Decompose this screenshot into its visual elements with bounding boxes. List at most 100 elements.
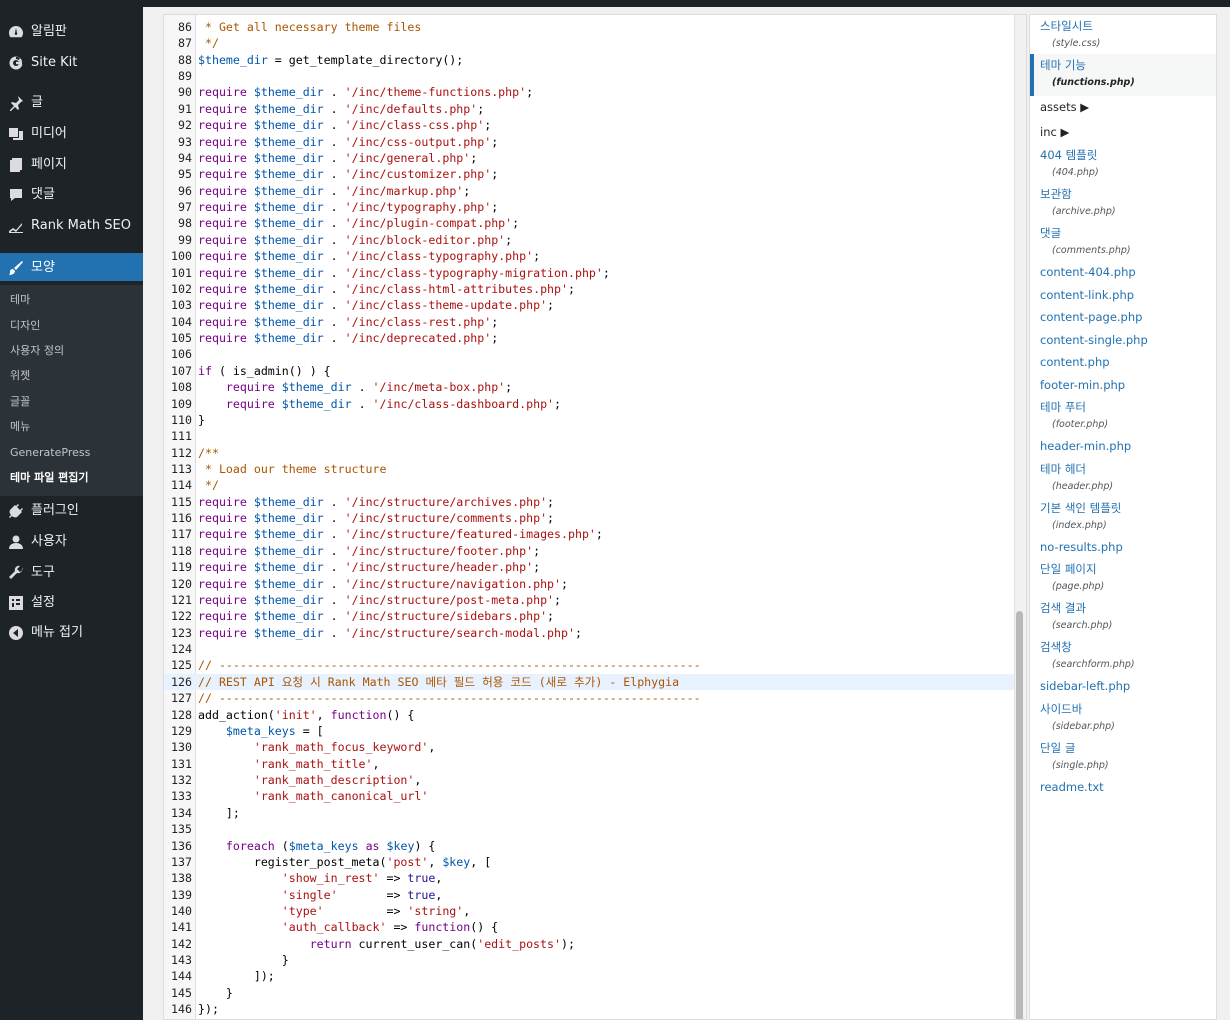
code-line[interactable]: 94 require $theme_dir . '/inc/general.php…	[164, 150, 1014, 166]
menu-item-pages[interactable]: 페이지	[0, 150, 143, 180]
file-link[interactable]: footer-min.php	[1040, 378, 1125, 392]
code-line[interactable]: 89	[164, 68, 1014, 84]
submenu-item[interactable]: 위젯	[10, 369, 30, 383]
submenu-item[interactable]: 사용자 정의	[10, 344, 64, 358]
code-line[interactable]: 134 ];	[164, 805, 1014, 821]
code-line[interactable]: 131 'rank_math_title',	[164, 756, 1014, 772]
submenu-item[interactable]: 테마 파일 편집기	[10, 471, 89, 485]
code-line[interactable]: 141 'auth_callback' => function() {	[164, 919, 1014, 935]
code-line[interactable]: 144 ]);	[164, 968, 1014, 984]
submenu-item[interactable]: 디자인	[10, 319, 40, 333]
file-link[interactable]: readme.txt	[1040, 780, 1104, 794]
code-line[interactable]: 123 require $theme_dir . '/inc/structure/…	[164, 625, 1014, 641]
code-line[interactable]: 88 $theme_dir = get_template_directory();	[164, 52, 1014, 68]
code-line[interactable]: 129 $meta_keys = [	[164, 723, 1014, 739]
code-line[interactable]: 133 'rank_math_canonical_url'	[164, 788, 1014, 804]
file-folder[interactable]: assets ▶	[1040, 100, 1089, 114]
code-line[interactable]: 97 require $theme_dir . '/inc/typography.…	[164, 199, 1014, 215]
code-line[interactable]: 105 require $theme_dir . '/inc/deprecated…	[164, 330, 1014, 346]
code-line[interactable]: 104 require $theme_dir . '/inc/class-rest…	[164, 314, 1014, 330]
code-line[interactable]: 90 require $theme_dir . '/inc/theme-funct…	[164, 84, 1014, 100]
code-line[interactable]: 146});	[164, 1001, 1014, 1017]
code-line[interactable]: 138 'show_in_rest' => true,	[164, 870, 1014, 886]
menu-item-rank-math[interactable]: Rank Math SEO	[0, 211, 143, 241]
file-link[interactable]: no-results.php	[1040, 540, 1123, 554]
file-link[interactable]: 사이드바 (sidebar.php)	[1040, 702, 1115, 734]
code-line[interactable]: 114 */	[164, 477, 1014, 493]
editor-scrollbar[interactable]	[1014, 15, 1026, 1019]
file-link[interactable]: 단일 페이지 (page.php)	[1040, 562, 1104, 594]
menu-item-comments[interactable]: 댓글	[0, 180, 143, 210]
file-link[interactable]: 기본 색인 템플릿 (index.php)	[1040, 501, 1121, 533]
code-line[interactable]: 130 'rank_math_focus_keyword',	[164, 739, 1014, 755]
menu-item-site-kit[interactable]: Site Kit	[0, 48, 143, 78]
menu-item-tools[interactable]: 도구	[0, 558, 143, 588]
code-line[interactable]: 135	[164, 821, 1014, 837]
submenu-item[interactable]: 글꼴	[10, 395, 30, 409]
code-line[interactable]: 142 return current_user_can('edit_posts'…	[164, 936, 1014, 952]
file-link[interactable]: 테마 헤더 (header.php)	[1040, 462, 1113, 494]
code-line[interactable]: 100 require $theme_dir . '/inc/class-typo…	[164, 248, 1014, 264]
code-line[interactable]: 132 'rank_math_description',	[164, 772, 1014, 788]
code-line[interactable]: 127 // ----------------------------------…	[164, 690, 1014, 706]
file-link[interactable]: sidebar-left.php	[1040, 679, 1130, 693]
file-link[interactable]: content-single.php	[1040, 333, 1148, 347]
code-line[interactable]: 143 }	[164, 952, 1014, 968]
code-line[interactable]: 112 /**	[164, 445, 1014, 461]
menu-item-media[interactable]: 미디어	[0, 119, 143, 149]
code-line[interactable]: 124	[164, 641, 1014, 657]
file-link[interactable]: 스타일시트 (style.css)	[1040, 19, 1100, 51]
code-line[interactable]: 121 require $theme_dir . '/inc/structure/…	[164, 592, 1014, 608]
menu-item-users[interactable]: 사용자	[0, 527, 143, 557]
file-link[interactable]: 단일 글 (single.php)	[1040, 741, 1109, 773]
file-link[interactable]: 검색 결과 (search.php)	[1040, 601, 1112, 633]
file-folder[interactable]: inc ▶	[1040, 125, 1069, 139]
menu-item-posts[interactable]: 글	[0, 88, 143, 118]
code-line[interactable]: 92 require $theme_dir . '/inc/class-css.p…	[164, 117, 1014, 133]
menu-item-settings[interactable]: 설정	[0, 588, 143, 618]
file-link[interactable]: content.php	[1040, 355, 1110, 369]
code-line[interactable]: 86 * Get all necessary theme files	[164, 19, 1014, 35]
file-link[interactable]: 테마 기능 (functions.php)	[1040, 58, 1135, 90]
file-link[interactable]: 404 템플릿 (404.php)	[1040, 148, 1099, 180]
code-line[interactable]: 101 require $theme_dir . '/inc/class-typo…	[164, 265, 1014, 281]
code-line[interactable]: 111	[164, 428, 1014, 444]
code-line[interactable]: 117 require $theme_dir . '/inc/structure/…	[164, 526, 1014, 542]
menu-item-dashboard[interactable]: 알림판	[0, 17, 143, 47]
file-link[interactable]: content-page.php	[1040, 310, 1142, 324]
code-line[interactable]: 120 require $theme_dir . '/inc/structure/…	[164, 576, 1014, 592]
code-line[interactable]: 128 add_action('init', function() {	[164, 707, 1014, 723]
code-line[interactable]: 107 if ( is_admin() ) {	[164, 363, 1014, 379]
code-line[interactable]: 95 require $theme_dir . '/inc/customizer.…	[164, 166, 1014, 182]
code-line[interactable]: 116 require $theme_dir . '/inc/structure/…	[164, 510, 1014, 526]
submenu-item[interactable]: GeneratePress	[10, 446, 90, 460]
menu-item-appearance[interactable]: 모양	[0, 253, 143, 281]
menu-item-plugins[interactable]: 플러그인	[0, 496, 143, 526]
file-link[interactable]: 보관함 (archive.php)	[1040, 187, 1116, 219]
file-link[interactable]: content-404.php	[1040, 265, 1136, 279]
file-link[interactable]: 댓글 (comments.php)	[1040, 226, 1131, 258]
code-line[interactable]: 113 * Load our theme structure	[164, 461, 1014, 477]
code-line[interactable]: 102 require $theme_dir . '/inc/class-html…	[164, 281, 1014, 297]
code-editor[interactable]: 86 * Get all necessary theme files 87 */8…	[163, 14, 1027, 1020]
code-line[interactable]: 93 require $theme_dir . '/inc/css-output.…	[164, 134, 1014, 150]
code-line[interactable]: 87 */	[164, 35, 1014, 51]
submenu-item[interactable]: 테마	[10, 293, 30, 307]
code-line[interactable]: 99 require $theme_dir . '/inc/block-edito…	[164, 232, 1014, 248]
code-line[interactable]: 139 'single' => true,	[164, 887, 1014, 903]
file-link[interactable]: content-link.php	[1040, 288, 1134, 302]
menu-item-collapse[interactable]: 메뉴 접기	[0, 618, 143, 648]
code-line[interactable]: 103 require $theme_dir . '/inc/class-them…	[164, 297, 1014, 313]
code-line[interactable]: 115 require $theme_dir . '/inc/structure/…	[164, 494, 1014, 510]
code-line[interactable]: 110}	[164, 412, 1014, 428]
code-line[interactable]: 136 foreach ($meta_keys as $key) {	[164, 838, 1014, 854]
file-link[interactable]: 검색창 (searchform.php)	[1040, 640, 1135, 672]
code-line[interactable]: 106	[164, 346, 1014, 362]
code-line[interactable]: 109 require $theme_dir . '/inc/class-das…	[164, 396, 1014, 412]
code-line[interactable]: 98 require $theme_dir . '/inc/plugin-comp…	[164, 215, 1014, 231]
code-line[interactable]: 122 require $theme_dir . '/inc/structure/…	[164, 608, 1014, 624]
editor-scrollbar-thumb[interactable]	[1016, 611, 1023, 1019]
file-link[interactable]: 테마 푸터 (footer.php)	[1040, 400, 1108, 432]
code-line[interactable]: 125 // ----------------------------------…	[164, 657, 1014, 673]
code-line[interactable]: 145 }	[164, 985, 1014, 1001]
